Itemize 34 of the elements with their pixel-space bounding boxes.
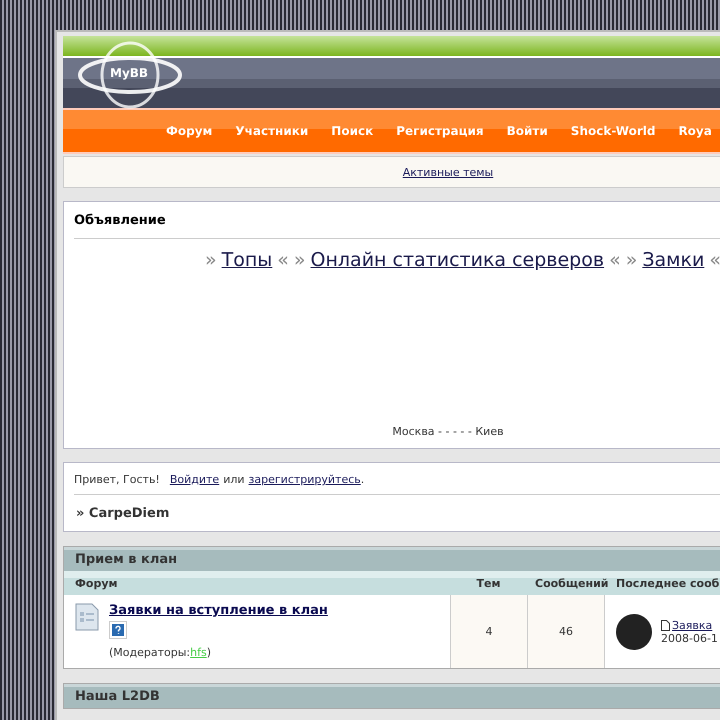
login-link[interactable]: Войдите — [170, 473, 220, 486]
breadcrumb[interactable]: » CarpeDiem — [74, 495, 172, 532]
separator: « — [277, 249, 289, 271]
separator: » — [205, 249, 217, 271]
category-title: Наша L2DB — [64, 684, 720, 708]
period-text: . — [360, 473, 364, 486]
announcement-link[interactable]: Онлайн статистика серверов — [310, 249, 604, 271]
category-title: Прием в клан — [64, 547, 720, 571]
separator: « — [709, 249, 720, 271]
last-post-link[interactable]: Заявка — [672, 618, 712, 632]
threads-cell: 4 — [450, 595, 527, 668]
announcement-link[interactable]: Замки — [642, 249, 704, 271]
last-post-date: 2008-06-1 — [661, 632, 718, 644]
column-header: Последнее сооб — [615, 576, 720, 590]
column-header: Форум — [74, 576, 119, 590]
caption-text: Москва - - - - - Киев — [391, 425, 505, 440]
separator: « — [609, 249, 621, 271]
greeting-text: Привет, Гость! — [74, 473, 160, 486]
moderators-label: (Модераторы: — [109, 646, 190, 659]
or-text: или — [223, 473, 245, 486]
forum-title-link[interactable]: Заявки на вступление в клан — [109, 603, 328, 618]
help-icon[interactable] — [109, 621, 127, 639]
document-icon — [75, 603, 99, 631]
announcement-title: Объявление — [74, 202, 720, 239]
posts-cell: 46 — [527, 595, 604, 668]
column-header: Тем — [476, 576, 502, 590]
active-topics-link[interactable]: Активные темы — [402, 166, 494, 178]
announcement-link[interactable]: Топы — [222, 249, 272, 271]
bracket-text: ) — [206, 646, 211, 659]
separator: » — [294, 249, 306, 271]
register-link[interactable]: зарегистрируйтесь — [248, 473, 361, 486]
separator: » — [626, 249, 638, 271]
page-icon — [661, 620, 670, 630]
avatar-circle — [616, 614, 652, 650]
